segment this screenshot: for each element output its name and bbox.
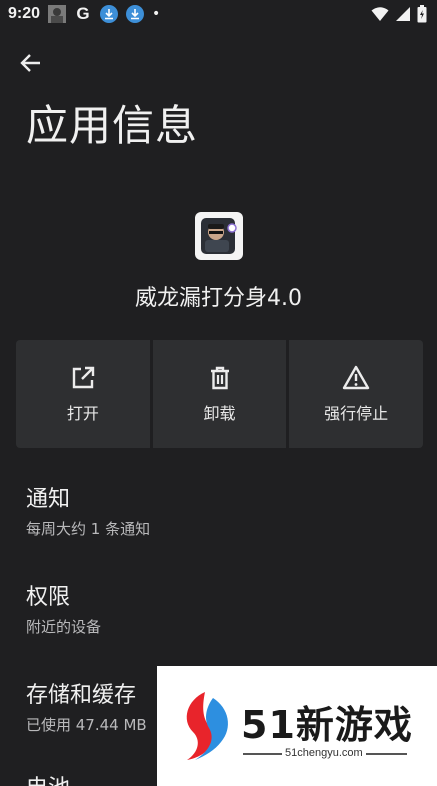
trash-icon <box>210 366 229 390</box>
notification-dot-icon: • <box>152 6 161 22</box>
open-external-icon <box>72 366 95 389</box>
settings-item-permissions[interactable]: 权限 附近的设备 <box>26 579 426 637</box>
settings-item-title: 权限 <box>26 585 71 610</box>
warning-icon <box>342 365 370 390</box>
settings-item-notifications[interactable]: 通知 每周大约 1 条通知 <box>26 481 426 539</box>
open-button-label: 打开 <box>66 404 99 423</box>
app-icon <box>195 212 243 260</box>
uninstall-button-label: 卸载 <box>203 404 236 423</box>
battery-icon <box>417 5 427 23</box>
watermark-url: 51chengyu.com <box>282 747 366 759</box>
app-name: 威龙漏打分身4.0 <box>135 286 302 311</box>
watermark-text: 51新游戏 <box>241 703 413 747</box>
status-right <box>371 5 427 23</box>
settings-item-subtitle: 每周大约 1 条通知 <box>26 520 151 538</box>
arrow-back-icon[interactable] <box>16 48 46 78</box>
signal-icon <box>396 7 410 21</box>
status-bar: 9:20 G • <box>0 0 437 28</box>
wifi-icon <box>371 7 389 21</box>
photo-app-icon <box>48 5 67 23</box>
status-time: 9:20 <box>8 5 41 22</box>
download-icon <box>126 5 145 23</box>
action-bar: 打开 卸载 强行停止 <box>16 340 424 448</box>
uninstall-button[interactable]: 卸载 <box>152 340 287 448</box>
google-icon: G <box>76 4 90 23</box>
force-stop-button[interactable]: 强行停止 <box>289 340 424 448</box>
download-icon <box>100 5 119 23</box>
settings-item-title: 通知 <box>26 487 71 512</box>
settings-item-subtitle: 附近的设备 <box>26 618 102 636</box>
force-stop-button-label: 强行停止 <box>324 404 389 423</box>
open-button[interactable]: 打开 <box>16 340 150 448</box>
page-title: 应用信息 <box>26 101 199 150</box>
watermark-logo-icon <box>186 692 228 760</box>
watermark-overlay: 51新游戏 51chengyu.com <box>157 666 437 786</box>
